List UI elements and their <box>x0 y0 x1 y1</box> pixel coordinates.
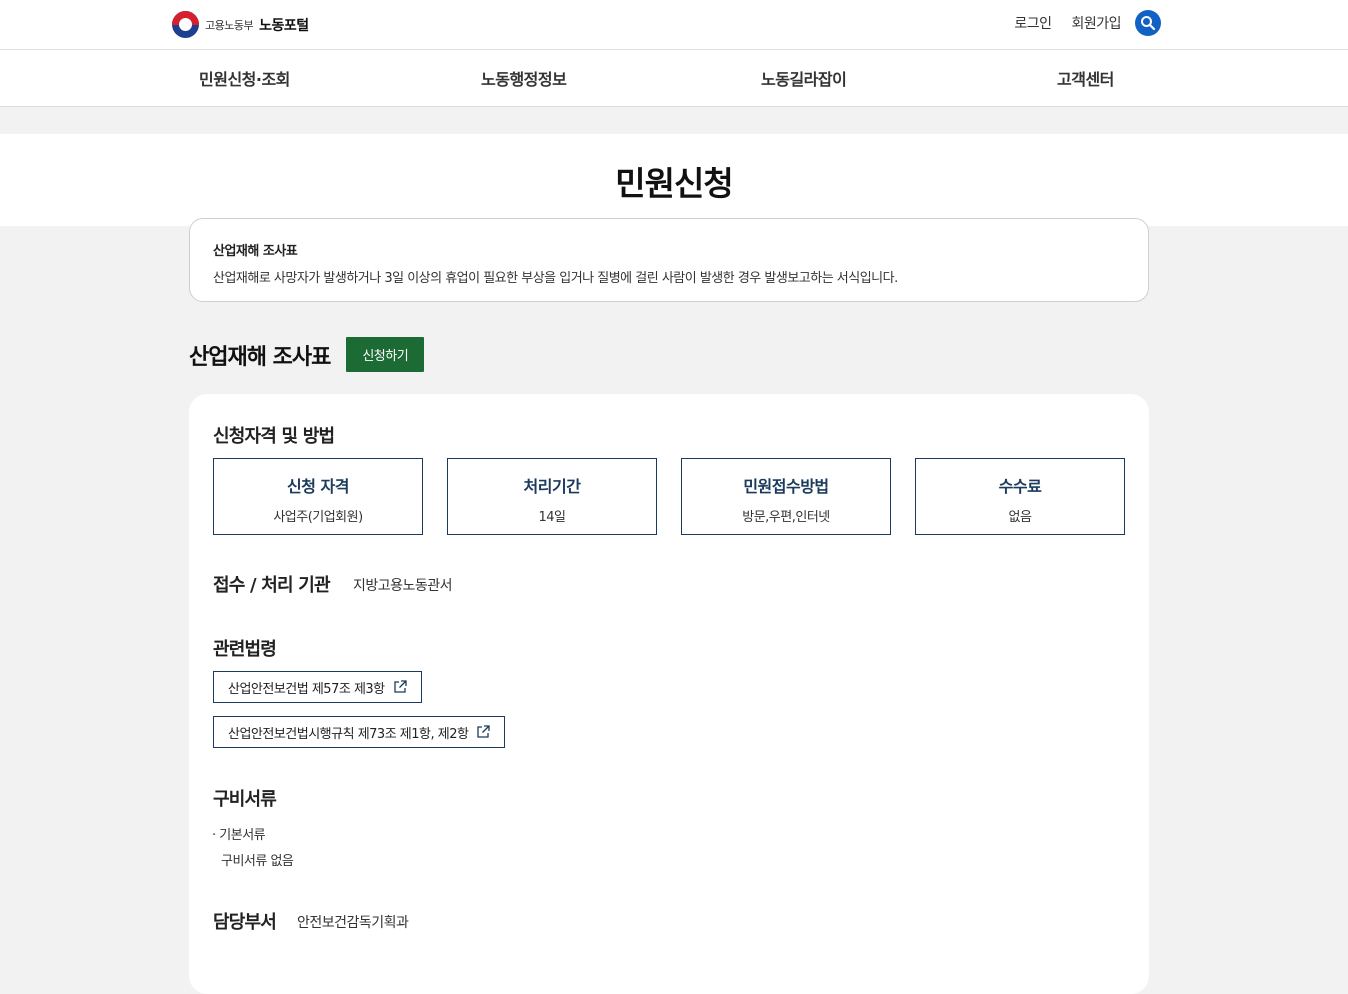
law-link-label: 산업안전보건법 제57조 제3항 <box>228 681 385 697</box>
section-header: 산업재해 조사표 신청하기 <box>189 337 425 372</box>
info-box-value: 없음 <box>1008 510 1032 525</box>
law-link-label: 산업안전보건법시행규칙 제73조 제1항, 제2항 <box>228 726 469 742</box>
nav-item-labor-guide[interactable]: 노동길라잡이 <box>761 66 847 90</box>
external-link-icon <box>393 680 407 693</box>
page-title: 민원신청 <box>615 164 733 203</box>
nav-item-labor-admin-info[interactable]: 노동행정정보 <box>481 66 567 90</box>
nav-item-civil-application[interactable]: 민원신청·조회 <box>199 66 290 90</box>
department-value: 안전보건감독기획과 <box>297 915 409 931</box>
utility-menu: 로그인 회원가입 <box>1014 10 1161 36</box>
law-link-enforcement-rule[interactable]: 산업안전보건법시행규칙 제73조 제1항, 제2항 <box>213 716 506 748</box>
ministry-name: 고용노동부 <box>205 18 254 32</box>
info-box-processing-period: 처리기간 14일 <box>447 458 657 535</box>
summary-description: 산업재해로 사망자가 발생하거나 3일 이상의 휴업이 필요한 부상을 입거나 … <box>213 271 898 286</box>
info-box-receipt-method: 민원접수방법 방문,우편,인터넷 <box>681 458 891 535</box>
login-link[interactable]: 로그인 <box>1014 13 1052 33</box>
info-box-label: 신청 자격 <box>287 477 349 496</box>
taegeuk-logo-icon <box>172 11 199 38</box>
summary-title: 산업재해 조사표 <box>213 244 298 259</box>
documents-heading: 구비서류 <box>213 789 277 810</box>
site-logo[interactable]: 고용노동부 노동포털 <box>172 11 309 38</box>
main-navigation: 민원신청·조회 노동행정정보 노동길라잡이 고객센터 <box>0 50 1348 107</box>
info-box-label: 민원접수방법 <box>743 477 829 496</box>
bullet-dot: · <box>212 828 216 843</box>
law-link-act[interactable]: 산업안전보건법 제57조 제3항 <box>213 671 422 703</box>
signup-link[interactable]: 회원가입 <box>1071 13 1121 33</box>
top-header: 고용노동부 노동포털 로그인 회원가입 <box>0 0 1348 50</box>
documents-basic: 기본서류 <box>219 828 266 843</box>
search-button[interactable] <box>1135 10 1161 36</box>
nav-item-customer-center[interactable]: 고객센터 <box>1057 66 1114 90</box>
summary-box: 산업재해 조사표 산업재해로 사망자가 발생하거나 3일 이상의 휴업이 필요한… <box>189 218 1149 302</box>
laws-heading: 관련법령 <box>213 639 277 660</box>
detail-card: 신청자격 및 방법 신청 자격 사업주(기업회원) 처리기간 14일 민원접수방… <box>189 394 1149 994</box>
agency-heading: 접수 / 처리 기관 <box>213 575 331 596</box>
documents-bullet: · 기본서류 <box>212 824 266 843</box>
info-box-label: 수수료 <box>998 477 1042 496</box>
qualification-heading: 신청자격 및 방법 <box>213 426 335 447</box>
info-box-label: 처리기간 <box>523 477 581 496</box>
info-box-value: 사업주(기업회원) <box>273 510 363 525</box>
documents-detail: 구비서류 없음 <box>221 854 294 869</box>
info-box-qualification: 신청 자격 사업주(기업회원) <box>213 458 423 535</box>
section-title: 산업재해 조사표 <box>189 344 331 370</box>
agency-value: 지방고용노동관서 <box>353 578 453 594</box>
info-box-value: 방문,우편,인터넷 <box>742 510 830 525</box>
external-link-icon <box>477 725 491 738</box>
department-heading: 담당부서 <box>213 912 277 933</box>
info-box-value: 14일 <box>538 510 566 525</box>
portal-name: 노동포털 <box>259 17 309 34</box>
apply-button[interactable]: 신청하기 <box>346 337 425 372</box>
info-box-fee: 수수료 없음 <box>915 458 1125 535</box>
search-icon <box>1141 16 1156 31</box>
